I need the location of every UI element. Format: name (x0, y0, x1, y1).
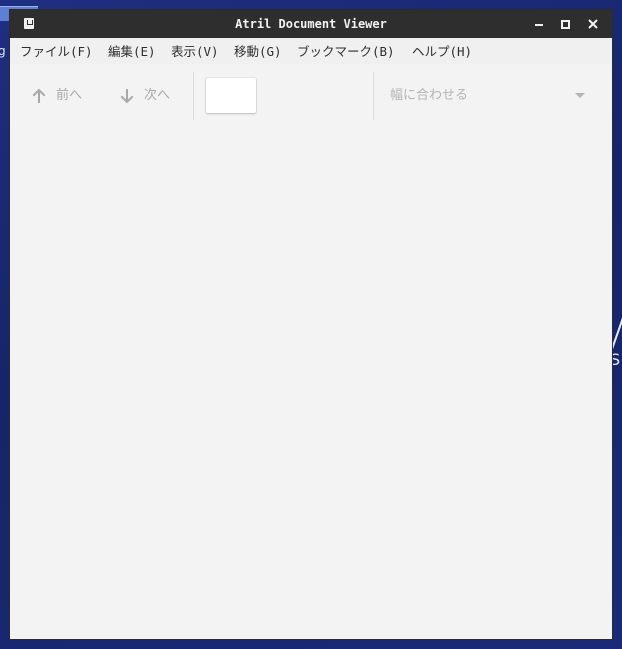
close-icon (588, 19, 598, 29)
title-bar[interactable]: Atril Document Viewer (10, 10, 612, 38)
zoom-select-value: 幅に合わせる (390, 88, 469, 103)
maximize-button[interactable] (558, 17, 572, 31)
menu-go[interactable]: 移動(G) (234, 38, 282, 64)
document-view[interactable] (10, 128, 612, 639)
chevron-down-icon (575, 93, 585, 98)
arrow-up-icon (32, 88, 46, 103)
minimize-icon (535, 24, 543, 26)
menu-edit[interactable]: 編集(E) (108, 38, 156, 64)
zoom-select[interactable]: 幅に合わせる (390, 82, 590, 110)
page-number-input[interactable] (206, 78, 256, 113)
next-page-button[interactable]: 次へ (120, 82, 180, 110)
atril-window: Atril Document Viewer ファイル(F) 編集(E) 表示(V… (10, 10, 612, 639)
menu-bookmarks[interactable]: ブックマーク(B) (297, 38, 395, 64)
arrow-down-icon (120, 89, 134, 104)
toolbar-separator (193, 72, 194, 120)
maximize-icon (561, 20, 570, 29)
menu-bar: ファイル(F) 編集(E) 表示(V) 移動(G) ブックマーク(B) ヘルプ(… (10, 38, 612, 64)
previous-page-button[interactable]: 前へ (32, 82, 92, 110)
desktop-icon-label: g (0, 44, 6, 58)
previous-page-label: 前へ (56, 88, 83, 103)
toolbar: 前へ 次へ 幅に合わせる (10, 64, 612, 128)
window-title: Atril Document Viewer (235, 17, 387, 31)
menu-help[interactable]: ヘルプ(H) (412, 38, 472, 64)
menu-view[interactable]: 表示(V) (171, 38, 219, 64)
close-button[interactable] (586, 17, 600, 31)
toolbar-separator (373, 72, 374, 120)
minimize-button[interactable] (532, 17, 546, 31)
next-page-label: 次へ (144, 88, 171, 103)
menu-file[interactable]: ファイル(F) (20, 38, 93, 64)
